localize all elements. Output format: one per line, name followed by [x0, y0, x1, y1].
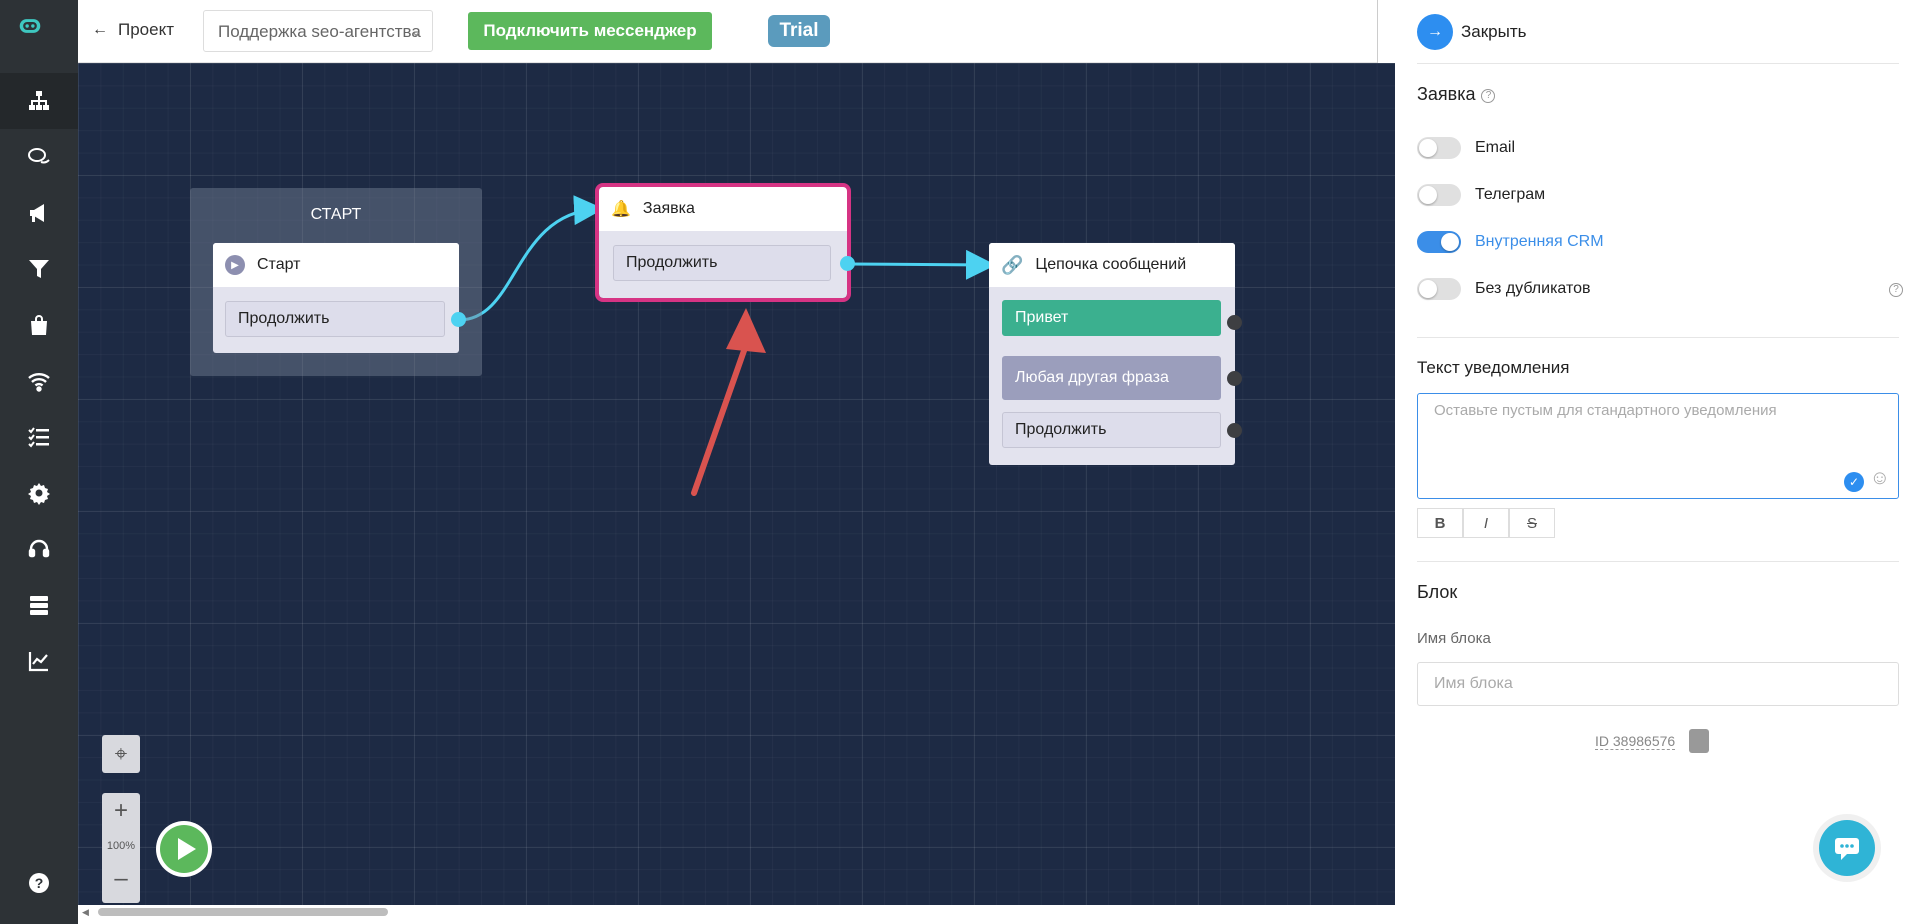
help-icon[interactable]: ? — [0, 855, 78, 911]
flow-canvas[interactable]: СТАРТ ▶ Старт Продолжить 🔔 Заявка Продол… — [78, 63, 1395, 905]
arrow-right-icon: → — [1417, 14, 1453, 50]
left-sidebar: ? — [0, 0, 78, 924]
zoom-out-button[interactable]: – — [102, 865, 140, 893]
chain-continue-port[interactable] — [1227, 423, 1242, 438]
request-section-title: Заявка? — [1417, 84, 1496, 105]
block-name-input[interactable]: Имя блока — [1417, 662, 1899, 706]
start-block[interactable]: ▶ Старт Продолжить — [213, 243, 459, 353]
start-group-title: СТАРТ — [310, 206, 362, 223]
close-label: Закрыть — [1461, 22, 1527, 41]
properties-panel: → Закрыть Заявка? Email Телеграм Внутрен… — [1395, 0, 1925, 924]
divider — [1417, 337, 1899, 338]
chain-block[interactable]: 🔗 Цепочка сообщений Привет Любая другая … — [989, 243, 1235, 465]
megaphone-icon[interactable] — [0, 185, 78, 241]
start-continue-button[interactable]: Продолжить — [225, 301, 445, 337]
crosshair-icon[interactable]: ⌖ — [102, 735, 140, 773]
start-output-port[interactable] — [451, 312, 466, 327]
wifi-icon[interactable] — [0, 353, 78, 409]
notification-placeholder: Оставьте пустым для стандартного уведомл… — [1434, 402, 1777, 419]
zoom-in-button[interactable]: + — [102, 797, 140, 825]
red-pointer-arrow — [691, 342, 749, 496]
sitemap-icon[interactable] — [0, 73, 78, 129]
block-section-title: Блок — [1417, 582, 1458, 602]
zoom-level: 100% — [106, 840, 136, 852]
request-block-title: Заявка — [642, 200, 695, 217]
play-circle-icon: ▶ — [225, 255, 245, 275]
notify-section-title: Текст уведомления — [1417, 358, 1570, 377]
top-bar: ← Проект Поддержка seo-агентства ⌄ Подкл… — [78, 0, 1378, 63]
back-to-project-link[interactable]: ← Проект — [92, 20, 174, 40]
database-icon[interactable] — [0, 577, 78, 633]
checklist-icon[interactable] — [0, 409, 78, 465]
svg-text:?: ? — [35, 875, 44, 891]
project-name: Поддержка seo-агентства — [218, 22, 421, 41]
arrow-left-icon: ← — [92, 21, 108, 38]
toggle-no-duplicates-row[interactable]: Без дубликатов — [1417, 278, 1591, 300]
chat-bubble-icon — [1835, 838, 1859, 860]
chevron-down-icon: ⌄ — [410, 23, 422, 39]
chain-hello-port[interactable] — [1227, 315, 1242, 330]
trial-badge[interactable]: Trial — [768, 15, 830, 47]
strikethrough-button[interactable]: S — [1509, 508, 1555, 538]
start-block-title: Старт — [257, 256, 301, 273]
play-icon — [178, 838, 196, 860]
format-toolbar: B I S — [1417, 508, 1555, 538]
toggle-crm-label: Внутренняя CRM — [1475, 233, 1604, 250]
emoji-icon[interactable]: ☺ — [1870, 467, 1890, 490]
question-icon[interactable]: ? — [1481, 89, 1496, 103]
bot-logo-icon[interactable] — [18, 14, 60, 48]
project-select[interactable]: Поддержка seo-агентства ⌄ — [203, 10, 433, 52]
support-chat-button[interactable] — [1819, 820, 1875, 876]
chain-any-phrase-port[interactable] — [1227, 371, 1242, 386]
link-request-to-chain — [847, 249, 996, 280]
request-block[interactable]: 🔔 Заявка Продолжить — [595, 183, 851, 302]
shopping-bag-icon[interactable] — [0, 297, 78, 353]
request-output-port[interactable] — [840, 256, 855, 271]
link-icon: 🔗 — [1001, 254, 1024, 275]
horizontal-scrollbar[interactable]: ◀ — [78, 905, 1395, 919]
chain-button-hello[interactable]: Привет — [1002, 300, 1221, 336]
back-link-label: Проект — [118, 20, 174, 39]
toggle-no-duplicates-label: Без дубликатов — [1475, 280, 1591, 297]
italic-button[interactable]: I — [1463, 508, 1509, 538]
chain-block-title: Цепочка сообщений — [1035, 256, 1187, 273]
block-name-label: Имя блока — [1417, 630, 1491, 647]
copy-icon[interactable] — [1689, 729, 1710, 753]
headset-icon[interactable] — [0, 521, 78, 577]
close-panel-button[interactable]: → Закрыть — [1417, 14, 1526, 50]
toggle-email-label: Email — [1475, 139, 1516, 156]
question-icon[interactable]: ? — [1889, 283, 1903, 297]
chain-button-any-phrase[interactable]: Любая другая фраза — [1002, 356, 1221, 400]
block-id[interactable]: ID 38986576 — [1595, 733, 1676, 750]
block-id-row: ID 38986576 — [1595, 729, 1710, 753]
request-continue-button[interactable]: Продолжить — [613, 245, 831, 281]
toggle-email[interactable] — [1417, 137, 1461, 159]
divider — [1417, 561, 1899, 562]
connect-messenger-button[interactable]: Подключить мессенджер — [468, 12, 712, 50]
chart-line-icon[interactable] — [0, 633, 78, 689]
scroll-thumb[interactable] — [98, 908, 388, 916]
scroll-left-icon[interactable]: ◀ — [82, 907, 89, 918]
chat-icon[interactable] — [0, 129, 78, 185]
zoom-controls: + 100% – — [102, 793, 140, 903]
block-name-placeholder: Имя блока — [1434, 675, 1513, 692]
divider — [1417, 63, 1899, 64]
run-test-button[interactable] — [156, 821, 212, 877]
red-arrow-head — [726, 308, 766, 353]
panel-edge — [1377, 0, 1395, 63]
gear-icon[interactable] — [0, 465, 78, 521]
check-circle-icon[interactable]: ✓ — [1844, 472, 1864, 492]
chain-button-continue[interactable]: Продолжить — [1002, 412, 1221, 448]
toggle-crm[interactable] — [1417, 231, 1461, 253]
toggle-telegram[interactable] — [1417, 184, 1461, 206]
bold-button[interactable]: B — [1417, 508, 1463, 538]
notification-text-field[interactable]: Оставьте пустым для стандартного уведомл… — [1417, 393, 1899, 499]
filter-icon[interactable] — [0, 241, 78, 297]
toggle-telegram-label: Телеграм — [1475, 186, 1546, 203]
bell-icon: 🔔 — [611, 201, 631, 218]
toggle-email-row[interactable]: Email — [1417, 137, 1515, 159]
toggle-no-duplicates[interactable] — [1417, 278, 1461, 300]
toggle-crm-row[interactable]: Внутренняя CRM — [1417, 231, 1604, 253]
toggle-telegram-row[interactable]: Телеграм — [1417, 184, 1545, 206]
